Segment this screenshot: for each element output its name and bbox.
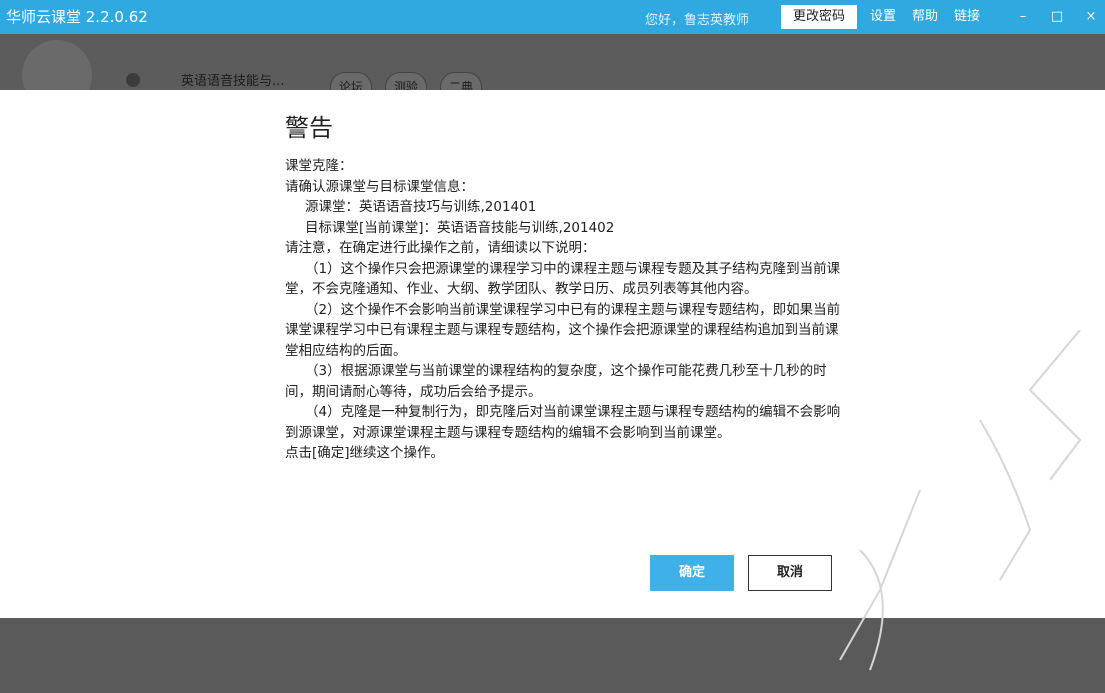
app-title: 华师云课堂 2.2.0.62 bbox=[6, 8, 148, 26]
maximize-icon[interactable]: □ bbox=[1040, 0, 1074, 34]
user-greeting: 您好，鲁志英教师 bbox=[645, 13, 750, 28]
warning-dialog: 警告 课堂克隆： 请确认源课堂与目标课堂信息： 源课堂：英语语音技巧与训练,20… bbox=[0, 90, 1105, 618]
status-dot-icon bbox=[126, 73, 140, 87]
change-password-button[interactable]: 更改密码 bbox=[781, 5, 857, 29]
message-line: 课堂克隆： bbox=[285, 158, 353, 174]
source-class-line: 源课堂：英语语音技巧与训练,201401 bbox=[305, 199, 537, 215]
note-item: （3）根据源课堂与当前课堂的课程结构的复杂度，这个操作可能花费几秒至十几秒的时间… bbox=[285, 363, 827, 400]
background-course-name: 英语语音技能与... bbox=[181, 74, 285, 89]
target-class-line: 目标课堂[当前课堂]：英语语音技能与训练,201402 bbox=[305, 219, 615, 236]
note-item: （4）克隆是一种复制行为，即克隆后对当前课堂课程主题与课程专题结构的编辑不会影响… bbox=[285, 404, 841, 441]
minimize-icon[interactable]: – bbox=[1006, 0, 1040, 34]
dialog-message: 课堂克隆： 请确认源课堂与目标课堂信息： 源课堂：英语语音技巧与训练,20140… bbox=[285, 156, 845, 464]
help-button[interactable]: 帮助 bbox=[906, 5, 944, 29]
note-item: （1）这个操作只会把源课堂的课程学习中的课程主题与课程专题及其子结构克隆到当前课… bbox=[285, 260, 841, 298]
background-toolbar bbox=[0, 34, 1105, 90]
message-line: 请注意，在确定进行此操作之前，请细读以下说明： bbox=[285, 240, 596, 256]
links-button[interactable]: 链接 bbox=[948, 5, 986, 29]
close-icon[interactable]: × bbox=[1074, 0, 1105, 34]
title-bar: 华师云课堂 2.2.0.62 您好，鲁志英教师 更改密码 设置 帮助 链接 – … bbox=[0, 0, 1105, 34]
confirm-button[interactable]: 确定 bbox=[650, 555, 734, 591]
background-footer bbox=[0, 618, 1105, 693]
dialog-title: 警告 bbox=[285, 114, 333, 142]
note-item: （2）这个操作不会影响当前课堂课程学习中已有的课程主题与课程专题结构，即如果当前… bbox=[285, 301, 841, 359]
settings-button[interactable]: 设置 bbox=[864, 5, 902, 29]
message-line: 请确认源课堂与目标课堂信息： bbox=[285, 178, 474, 195]
message-line: 点击[确定]继续这个操作。 bbox=[285, 445, 445, 461]
cancel-button[interactable]: 取消 bbox=[748, 555, 832, 591]
